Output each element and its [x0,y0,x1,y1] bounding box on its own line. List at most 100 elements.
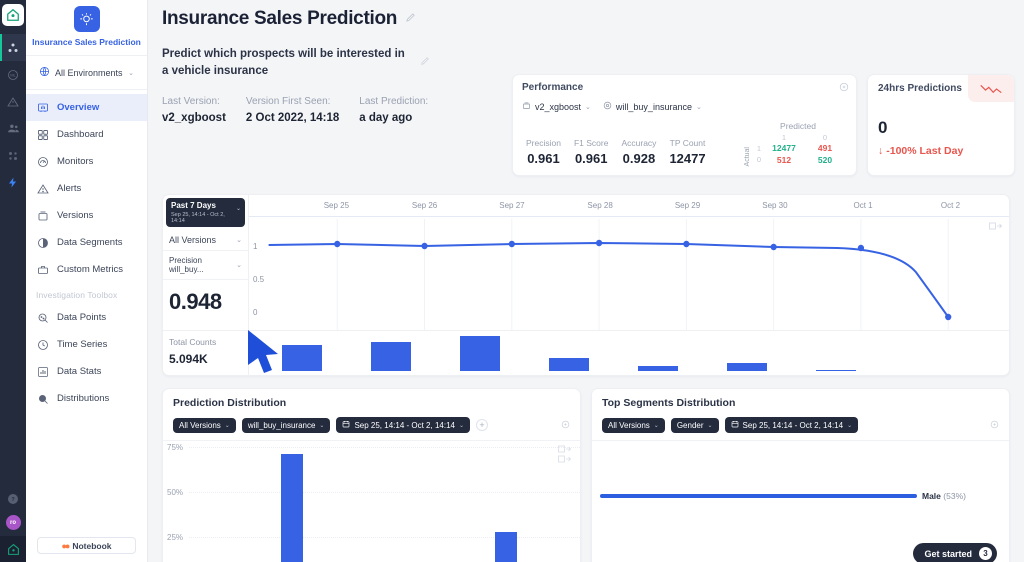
rail-item-models[interactable] [0,34,26,61]
home-small-icon[interactable] [0,536,26,562]
x-tick: Sep 28 [587,201,613,210]
performance-metrics: Precision 0.961 F1 Score 0.961 Accuracy … [522,138,744,166]
metric-accuracy: Accuracy 0.928 [621,138,656,166]
confusion-row: 0 512 520 [753,155,843,166]
chart-tools-icon[interactable] [558,445,572,467]
confusion-cell-tn: 520 [817,154,833,165]
metric-value: 0.961 [574,151,608,167]
x-tick: Sep 27 [499,201,525,210]
sidebar-item-data-segments[interactable]: Data Segments [26,229,147,256]
sidebar-item-overview[interactable]: Overview [26,94,147,122]
sidebar-item-versions[interactable]: Versions [26,202,147,229]
feature-chip[interactable]: will_buy_insurance ⌄ [241,417,331,433]
globe-icon [39,66,50,79]
metric-precision: Precision 0.961 [526,138,561,166]
rail-item-integrations[interactable] [0,142,26,169]
environment-selector[interactable]: All Environments ⌄ [34,63,139,82]
time-series-icon [36,338,49,351]
model-meta: Last Version: v2_xgboost Version First S… [162,96,502,124]
sidebar-item-time-series[interactable]: Time Series [26,331,147,358]
get-started-count: 3 [979,547,992,560]
top-segments-header: Top Segments Distribution [592,389,1009,409]
version-chip[interactable]: All Versions ⌄ [602,417,665,433]
rail-item-insights[interactable] [0,169,26,196]
metric-key: F1 Score [573,138,609,149]
count-bar [727,363,767,371]
metric-select-label: Precision will_buy... [169,255,204,274]
sidebar-item-alerts[interactable]: Alerts [26,175,147,202]
x-tick: Oct 1 [853,201,873,210]
performance-card: Performance v2_xgboost ⌄ will_buy_insura… [512,74,857,176]
count-bar [816,369,856,371]
model-description: Predict which prospects will be interest… [162,48,405,77]
home-logo-icon[interactable] [2,4,24,26]
get-started-button[interactable]: Get started 3 [913,543,997,562]
prediction-distribution-plot: 75% 50% 25% [163,441,580,562]
meta-last-version: Last Version: v2_xgboost [162,96,226,124]
version-chip-label: All Versions [179,420,221,430]
x-tick: Sep 30 [762,201,788,210]
sidebar-item-custom-metrics[interactable]: Custom Metrics [26,256,147,283]
metric-select[interactable]: Precision will_buy... ⌄ [163,251,248,280]
custom-metrics-icon [36,263,49,276]
versions-icon [36,209,49,222]
expand-icon[interactable] [839,82,849,94]
add-filter-button[interactable]: + [476,419,488,431]
pencil-icon[interactable] [420,56,430,69]
date-range-chip[interactable]: Sep 25, 14:14 - Oct 2, 14:14 ⌄ [724,417,859,433]
app-root: ML ? ro Insurance Sales Prediction All E… [0,0,1024,562]
sidebar-item-data-points[interactable]: Data Points [26,304,147,331]
segment-chip[interactable]: Gender ⌄ [670,417,719,433]
date-range-chip-label: Sep 25, 14:14 - Oct 2, 14:14 [354,420,455,430]
target-chip[interactable]: will_buy_insurance ⌄ [603,101,702,112]
y-tick: 75% [167,443,184,452]
metric-f1-score: F1 Score 0.961 [574,138,609,166]
description-column: Predict which prospects will be interest… [162,30,502,176]
sidebar-item-monitors[interactable]: Monitors [26,148,147,175]
meta-key: Last Prediction: [359,96,429,108]
expand-icon[interactable] [561,420,570,431]
metric-key: Precision [526,138,561,149]
confusion-row: 1 12477 491 [753,143,843,154]
segment-chip-label: Gender [676,420,704,430]
sidebar-item-data-stats[interactable]: Data Stats [26,358,147,385]
performance-title: Performance [522,82,584,93]
help-circle-icon[interactable]: ? [0,485,26,513]
version-chip[interactable]: v2_xgboost ⌄ [522,101,591,112]
sidebar-item-distributions[interactable]: Distributions [26,385,147,412]
chevron-down-icon: ⌄ [224,422,230,429]
count-bar [638,366,678,371]
x-tick: Sep 26 [411,201,438,210]
date-range-chip[interactable]: Sep 25, 14:14 - Oct 2, 14:14 ⌄ [336,417,470,433]
pencil-icon[interactable] [405,12,416,26]
rail-items: ML [0,34,26,196]
segment-name: Male [922,491,941,501]
date-range-selector[interactable]: Past 7 Days Sep 25, 14:14 - Oct 2, 14:14… [166,198,245,227]
rail-item-alert-triangle[interactable] [0,88,26,115]
prediction-distribution-title: Prediction Distribution [173,397,287,409]
sidebar-item-label: Monitors [57,156,94,168]
calendar-icon [731,420,739,430]
chevron-down-icon: ⌄ [458,422,464,429]
rail-item-users[interactable] [0,115,26,142]
version-select[interactable]: All Versions ⌄ [163,230,248,251]
avatar[interactable]: ro [5,515,21,530]
sidebar-project-title: Insurance Sales Prediction [32,37,141,47]
total-counts-box: Total Counts 5.094K [163,330,248,375]
date-range-subtitle: Sep 25, 14:14 - Oct 2, 14:14 [171,211,225,224]
prediction-distribution-filters: All Versions ⌄ will_buy_insurance ⌄ Sep … [163,409,580,441]
project-sidebar: Insurance Sales Prediction All Environme… [26,0,148,562]
metric-value: 12477 [669,151,706,167]
calendar-icon [342,420,350,430]
expand-icon[interactable] [990,420,999,431]
sidebar-item-dashboard[interactable]: Dashboard [26,121,147,148]
meta-value: 2 Oct 2022, 14:18 [245,112,340,125]
notebook-button[interactable]: ●● Notebook [37,537,136,554]
rail-item-ml-circle[interactable]: ML [0,61,26,88]
version-chip[interactable]: All Versions ⌄ [173,417,236,433]
box-icon [522,101,531,112]
segment-label: Male (53%) [922,491,966,501]
version-chip-label: v2_xgboost [535,101,582,112]
model-avatar-icon [73,6,100,32]
chevron-down-icon: ⌄ [235,206,241,212]
